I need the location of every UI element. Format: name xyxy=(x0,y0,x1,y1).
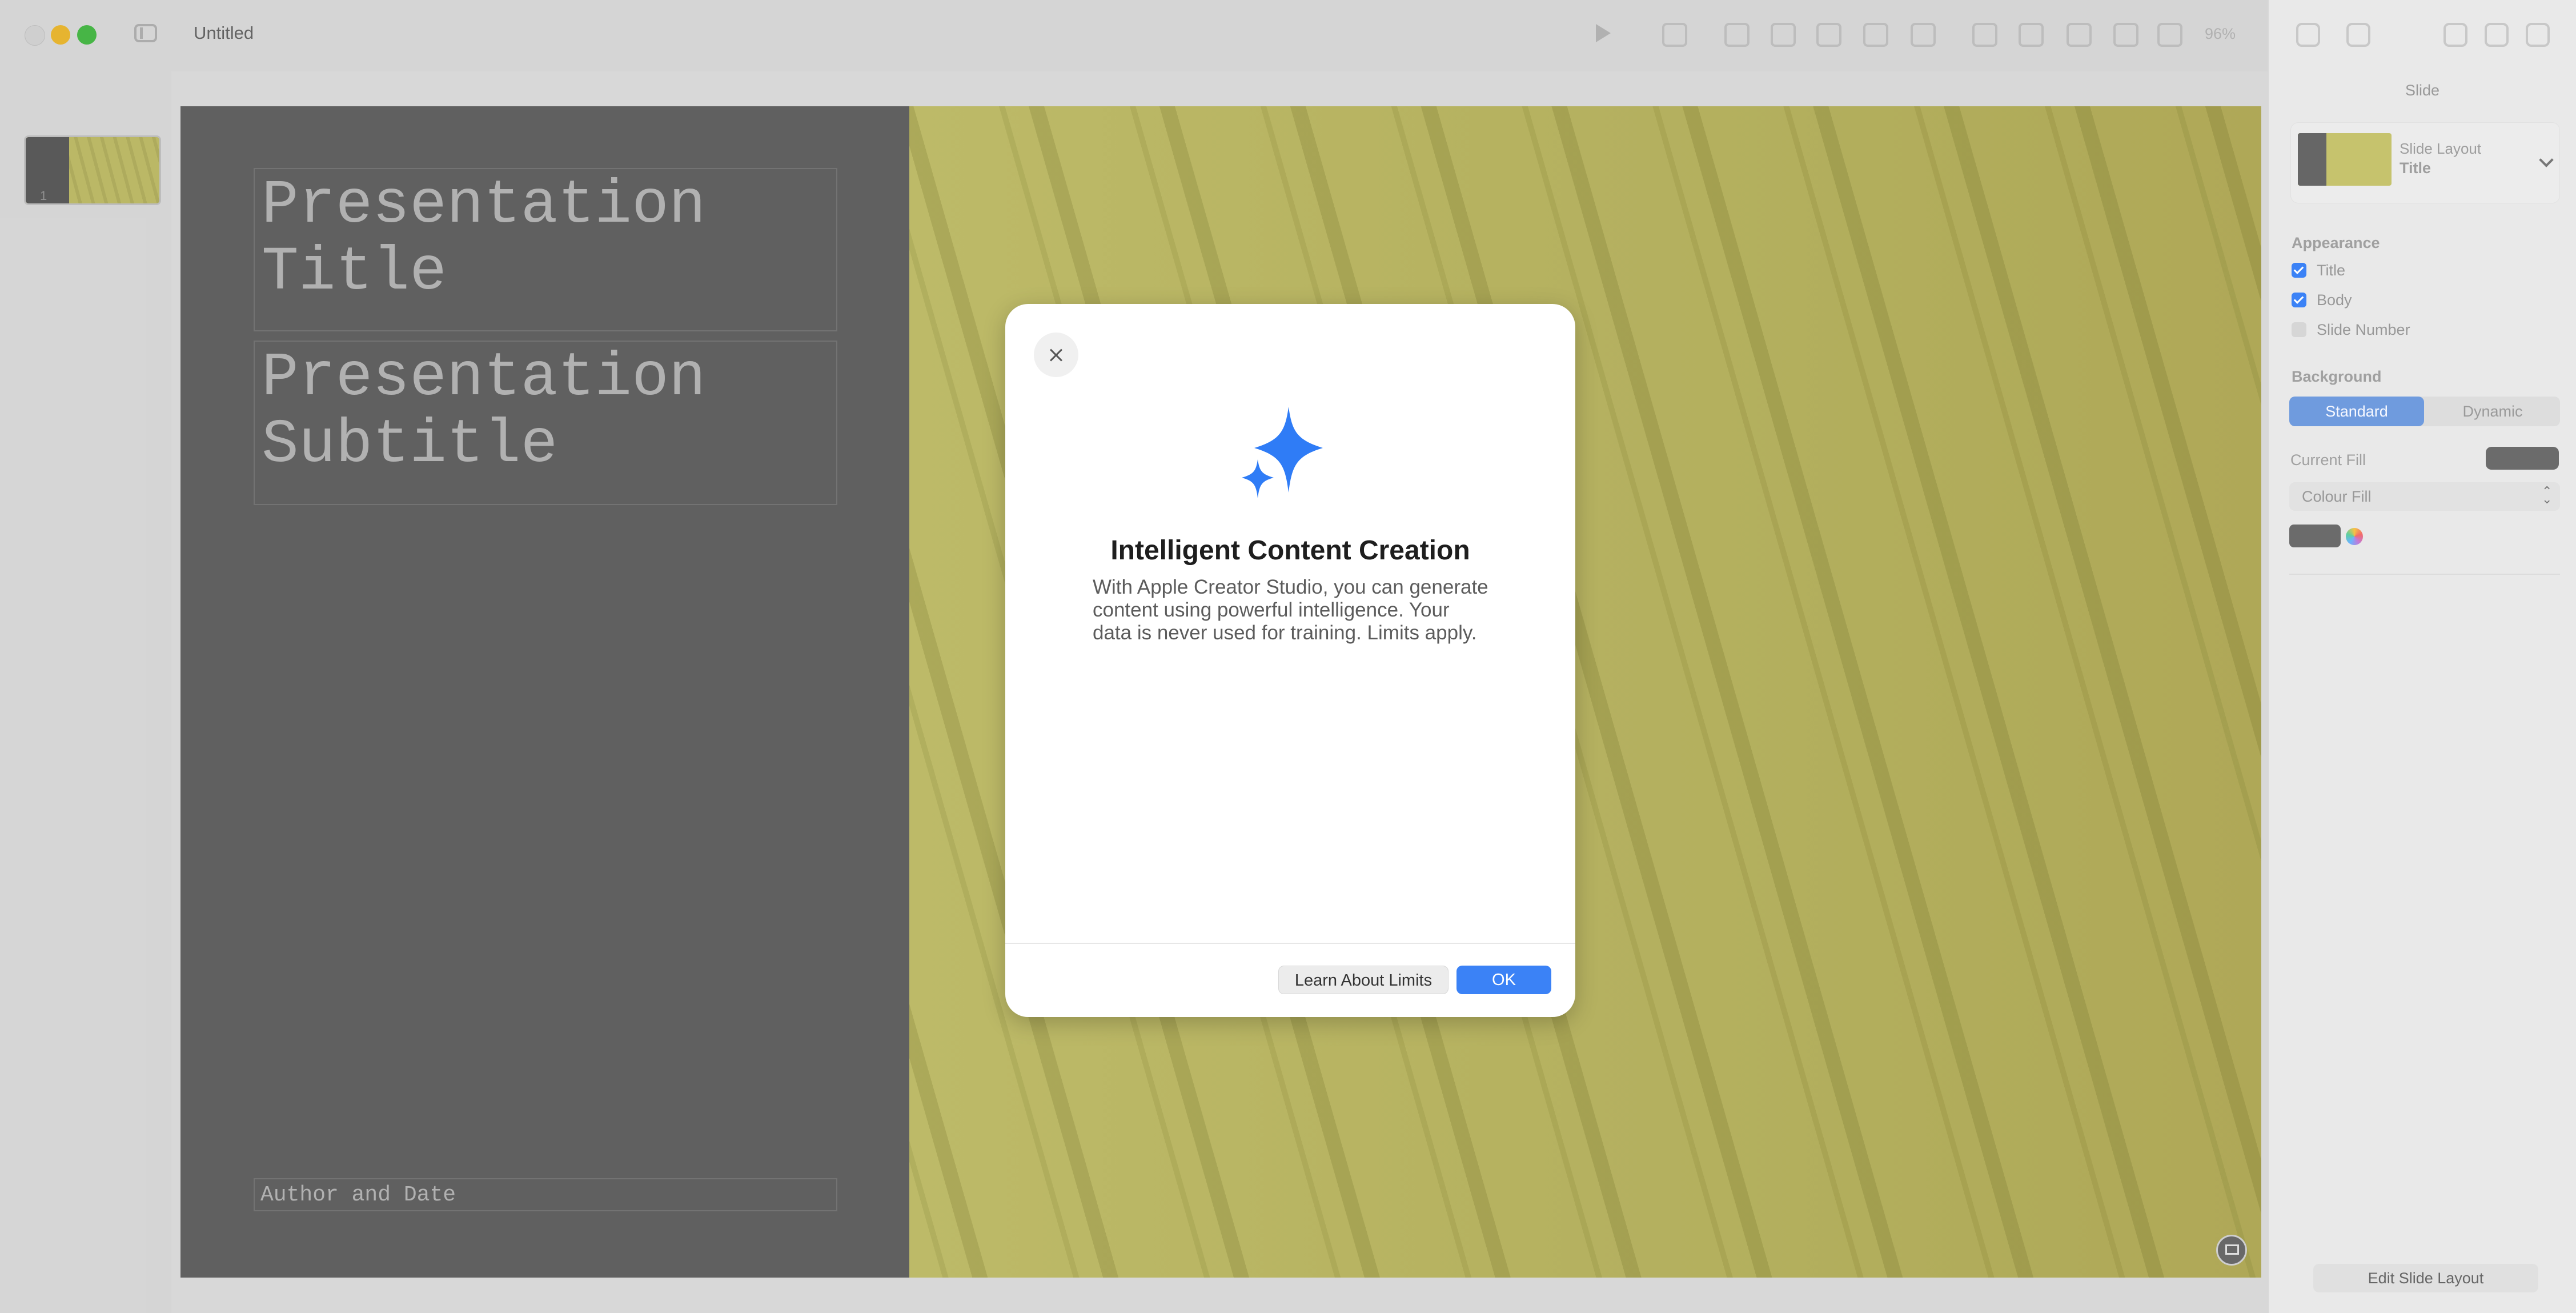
learn-about-limits-button[interactable]: Learn About Limits xyxy=(1278,966,1449,994)
body-checkbox-label: Body xyxy=(2317,291,2352,309)
title-checkbox[interactable] xyxy=(2292,263,2306,278)
dialog-divider xyxy=(1005,943,1575,944)
comment-icon[interactable] xyxy=(2296,23,2320,47)
close-icon[interactable] xyxy=(1034,333,1078,377)
body-checkbox[interactable] xyxy=(2292,293,2306,307)
slide-number-checkbox[interactable] xyxy=(2292,322,2306,337)
animate-icon[interactable] xyxy=(2485,23,2509,47)
appearance-label: Appearance xyxy=(2292,234,2380,251)
background-label: Background xyxy=(2292,368,2382,385)
sparkle-icon xyxy=(1242,407,1323,498)
fill-type-select[interactable]: Colour Fill ⌃ ⌄ xyxy=(2289,482,2560,511)
current-fill-label: Current Fill xyxy=(2290,451,2366,469)
background-standard-button[interactable]: Standard xyxy=(2289,397,2424,426)
chevron-down-icon[interactable] xyxy=(2539,153,2554,167)
slide-layout-picker[interactable]: Slide Layout Title xyxy=(2290,122,2560,203)
edit-slide-layout-button[interactable]: Edit Slide Layout xyxy=(2313,1264,2538,1292)
layout-thumbnail-left-panel xyxy=(2298,133,2326,186)
background-mode-control: Standard Dynamic xyxy=(2289,397,2560,426)
ok-button[interactable]: OK xyxy=(1456,966,1551,994)
background-dynamic-button[interactable]: Dynamic xyxy=(2425,397,2560,426)
format-icon[interactable] xyxy=(2443,23,2467,47)
color-swatch[interactable] xyxy=(2289,525,2341,547)
share-icon[interactable] xyxy=(2346,23,2370,47)
color-wheel-icon[interactable] xyxy=(2346,528,2363,545)
fill-type-value: Colour Fill xyxy=(2302,488,2372,505)
slide-layout-value: Title xyxy=(2400,159,2431,177)
slide-layout-label: Slide Layout xyxy=(2400,140,2482,157)
dialog-title: Intelligent Content Creation xyxy=(1110,535,1470,566)
inspector-divider xyxy=(2289,574,2560,575)
slide-number-checkbox-label: Slide Number xyxy=(2317,321,2410,338)
tab-slide[interactable]: Slide xyxy=(2269,82,2576,99)
title-checkbox-label: Title xyxy=(2317,262,2346,279)
layout-thumbnail xyxy=(2298,133,2392,186)
updown-icon: ⌃ ⌄ xyxy=(2542,484,2553,506)
keynote-window: Untitled 96% 1 Presentation Title Presen… xyxy=(0,0,2576,1313)
dialog-body: With Apple Creator Studio, you can gener… xyxy=(1093,576,1488,644)
current-fill-swatch[interactable] xyxy=(2486,447,2559,470)
intelligent-content-dialog: Intelligent Content Creation With Apple … xyxy=(1005,304,1575,1017)
inspector-panel: Slide Slide Layout Title Appearance Titl… xyxy=(2268,0,2576,1313)
document-icon[interactable] xyxy=(2526,23,2550,47)
